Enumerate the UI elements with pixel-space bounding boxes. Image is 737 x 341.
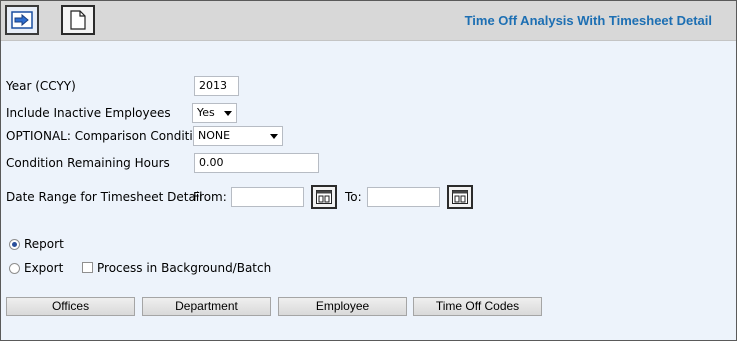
to-date-input[interactable] bbox=[367, 187, 440, 207]
from-calendar-button[interactable] bbox=[311, 185, 337, 209]
to-calendar-button[interactable] bbox=[447, 185, 473, 209]
report-label: Report bbox=[24, 237, 64, 251]
to-label: To: bbox=[345, 190, 362, 204]
remaining-hours-label: Condition Remaining Hours bbox=[6, 156, 170, 170]
remaining-hours-input[interactable]: 0.00 bbox=[194, 153, 319, 173]
arrow-right-icon bbox=[11, 11, 33, 29]
include-inactive-select[interactable]: Yes bbox=[192, 103, 237, 123]
year-input[interactable]: 2013 bbox=[194, 76, 239, 96]
new-document-button[interactable] bbox=[61, 5, 95, 35]
export-label: Export bbox=[24, 261, 64, 275]
time-off-codes-button[interactable]: Time Off Codes bbox=[413, 297, 542, 316]
run-button[interactable] bbox=[5, 5, 39, 35]
include-inactive-label: Include Inactive Employees bbox=[6, 106, 171, 120]
from-date-input[interactable] bbox=[231, 187, 304, 207]
background-batch-checkbox[interactable] bbox=[82, 262, 93, 273]
comparison-label: OPTIONAL: Comparison Condition bbox=[6, 129, 208, 143]
include-inactive-value: Yes bbox=[197, 106, 215, 119]
report-radio[interactable] bbox=[9, 239, 20, 250]
department-button[interactable]: Department bbox=[142, 297, 271, 316]
comparison-select[interactable]: NONE bbox=[193, 126, 283, 146]
chevron-down-icon bbox=[224, 111, 232, 116]
page-title: Time Off Analysis With Timesheet Detail bbox=[464, 13, 712, 28]
comparison-value: NONE bbox=[198, 129, 231, 142]
toolbar: Time Off Analysis With Timesheet Detail bbox=[1, 1, 736, 41]
chevron-down-icon bbox=[270, 134, 278, 139]
date-range-label: Date Range for Timesheet Detail bbox=[6, 190, 203, 204]
employee-button[interactable]: Employee bbox=[278, 297, 407, 316]
report-window: Time Off Analysis With Timesheet Detail … bbox=[0, 0, 737, 341]
calendar-icon bbox=[452, 190, 468, 204]
from-label: From: bbox=[193, 190, 227, 204]
export-radio[interactable] bbox=[9, 263, 20, 274]
document-icon bbox=[70, 10, 86, 30]
calendar-icon bbox=[316, 190, 332, 204]
year-label: Year (CCYY) bbox=[6, 79, 76, 93]
offices-button[interactable]: Offices bbox=[6, 297, 135, 316]
background-batch-label: Process in Background/Batch bbox=[97, 261, 272, 275]
